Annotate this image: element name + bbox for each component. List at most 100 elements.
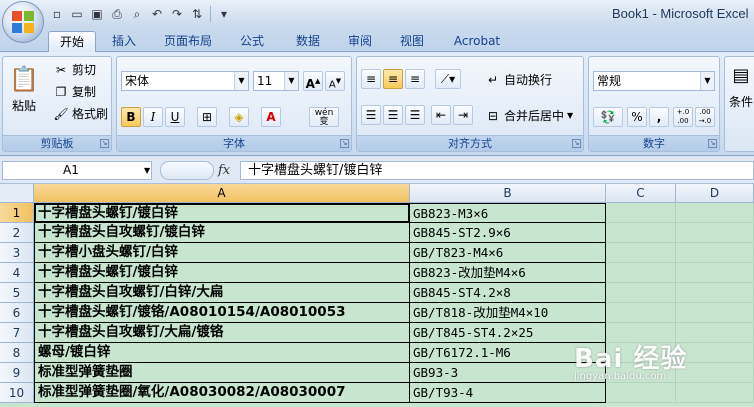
cell-a[interactable]: 十字槽盘头螺钉/镀白锌 (34, 203, 410, 223)
insert-function-icon[interactable]: fx (218, 161, 230, 180)
underline-button[interactable]: U (165, 107, 185, 127)
cell-a[interactable]: 十字槽小盘头螺钉/白锌 (34, 243, 410, 263)
cell-b[interactable]: GB/T93-4 (410, 383, 606, 403)
tab-formulas[interactable]: 公式 (232, 31, 272, 52)
row-header[interactable]: 1 (0, 203, 34, 223)
cell-b[interactable]: GB845-ST2.9×6 (410, 223, 606, 243)
bold-button[interactable]: B (121, 107, 141, 127)
align-center-button[interactable]: ☰ (383, 105, 403, 125)
customize-icon[interactable]: ▾ (215, 5, 233, 23)
row-header[interactable]: 6 (0, 303, 34, 323)
alignment-launcher-icon[interactable]: ↘ (572, 139, 581, 148)
increase-indent-button[interactable]: ⇥ (453, 105, 473, 125)
select-all-corner[interactable] (0, 184, 34, 203)
cell-b[interactable]: GB/T818-改加垫M4×10 (410, 303, 606, 323)
cell-a[interactable]: 标准型弹簧垫圈 (34, 363, 410, 383)
font-launcher-icon[interactable]: ↘ (340, 139, 349, 148)
percent-button[interactable]: % (627, 107, 647, 127)
phonetic-button[interactable]: wén 变 (309, 107, 339, 127)
cell-d[interactable] (676, 263, 754, 283)
cell-a[interactable]: 十字槽盘头螺钉/镀铬/A08010154/A08010053 (34, 303, 410, 323)
row-header[interactable]: 7 (0, 323, 34, 343)
align-left-button[interactable]: ☰ (361, 105, 381, 125)
cell-d[interactable] (676, 383, 754, 403)
cell-d[interactable] (676, 303, 754, 323)
office-button[interactable] (2, 1, 44, 43)
increase-decimal-button[interactable]: +.0 .00 (673, 107, 693, 127)
border-button[interactable]: ⊞ (197, 107, 217, 127)
accounting-format-button[interactable]: 💱 (593, 107, 623, 127)
format-painter-button[interactable]: 🖌 格式刷 (53, 105, 108, 122)
cell-a[interactable]: 十字槽盘头自攻螺钉/白锌/大扁 (34, 283, 410, 303)
number-launcher-icon[interactable]: ↘ (708, 139, 717, 148)
copy-button[interactable]: ❐ 复制 (53, 83, 96, 100)
cell-c[interactable] (606, 383, 676, 403)
shrink-font-button[interactable]: A▼ (325, 71, 345, 91)
cell-c[interactable] (606, 223, 676, 243)
font-size-select[interactable]: 11 ▼ (253, 71, 299, 91)
align-top-button[interactable]: ≡ (361, 69, 381, 89)
cell-d[interactable] (676, 223, 754, 243)
cell-c[interactable] (606, 283, 676, 303)
paste-button[interactable]: 📋 粘贴 (9, 63, 39, 114)
undo-icon[interactable]: ↶ (148, 5, 166, 23)
name-box[interactable]: A1 (2, 161, 152, 180)
save-icon[interactable]: ▣ (88, 5, 106, 23)
font-name-select[interactable]: 宋体 ▼ (121, 71, 249, 91)
column-header-b[interactable]: B (410, 184, 606, 203)
cell-b[interactable]: GB845-ST4.2×8 (410, 283, 606, 303)
cut-button[interactable]: ✂ 剪切 (53, 61, 96, 78)
align-bottom-button[interactable]: ≡ (405, 69, 425, 89)
orientation-button[interactable]: ⟋▾ (435, 69, 461, 89)
comma-button[interactable]: , (649, 107, 669, 127)
tab-data[interactable]: 数据 (288, 31, 328, 52)
cell-a[interactable]: 螺母/镀白锌 (34, 343, 410, 363)
chevron-down-icon[interactable]: ▼ (144, 161, 150, 180)
wrap-text-button[interactable]: ↵ 自动换行 (485, 71, 552, 88)
conditional-formatting-button[interactable]: ▤ 条件 (729, 63, 753, 110)
redo-icon[interactable]: ↷ (168, 5, 186, 23)
cell-d[interactable] (676, 203, 754, 223)
cell-c[interactable] (606, 303, 676, 323)
tab-acrobat[interactable]: Acrobat (446, 31, 508, 52)
cell-d[interactable] (676, 283, 754, 303)
open-icon[interactable]: ▭ (68, 5, 86, 23)
cell-c[interactable] (606, 203, 676, 223)
italic-button[interactable]: I (143, 107, 163, 127)
print-preview-icon[interactable]: ⌕ (128, 5, 146, 23)
cell-a[interactable]: 十字槽盘头自攻螺钉/镀白锌 (34, 223, 410, 243)
grow-font-button[interactable]: A▲ (303, 71, 323, 91)
cell-b[interactable]: GB823-M3×6 (410, 203, 606, 223)
row-header[interactable]: 4 (0, 263, 34, 283)
print-icon[interactable]: ⎙ (108, 5, 126, 23)
cell-d[interactable] (676, 323, 754, 343)
cell-d[interactable] (676, 363, 754, 383)
column-header-a[interactable]: A (34, 184, 410, 203)
tab-view[interactable]: 视图 (392, 31, 432, 52)
tab-review[interactable]: 审阅 (340, 31, 380, 52)
cell-c[interactable] (606, 263, 676, 283)
decrease-indent-button[interactable]: ⇤ (431, 105, 451, 125)
row-header[interactable]: 9 (0, 363, 34, 383)
row-header[interactable]: 8 (0, 343, 34, 363)
column-header-d[interactable]: D (676, 184, 754, 203)
column-header-c[interactable]: C (606, 184, 676, 203)
cell-d[interactable] (676, 343, 754, 363)
row-header[interactable]: 5 (0, 283, 34, 303)
cell-d[interactable] (676, 243, 754, 263)
cell-a[interactable]: 标准型弹簧垫圈/氧化/A08030082/A08030007 (34, 383, 410, 403)
decrease-decimal-button[interactable]: .00 →.0 (695, 107, 715, 127)
number-format-select[interactable]: 常规 ▼ (593, 71, 715, 91)
formula-input[interactable]: 十字槽盘头螺钉/镀白锌 (240, 161, 754, 180)
row-header[interactable]: 2 (0, 223, 34, 243)
row-header[interactable]: 10 (0, 383, 34, 403)
clipboard-launcher-icon[interactable]: ↘ (100, 139, 109, 148)
tab-page-layout[interactable]: 页面布局 (156, 31, 220, 52)
sort-icon[interactable]: ⇅ (188, 5, 206, 23)
cell-b[interactable]: GB823-改加垫M4×6 (410, 263, 606, 283)
font-color-button[interactable]: A (261, 107, 281, 127)
align-right-button[interactable]: ☰ (405, 105, 425, 125)
row-header[interactable]: 3 (0, 243, 34, 263)
tab-insert[interactable]: 插入 (104, 31, 144, 52)
align-middle-button[interactable]: ≡ (383, 69, 403, 89)
